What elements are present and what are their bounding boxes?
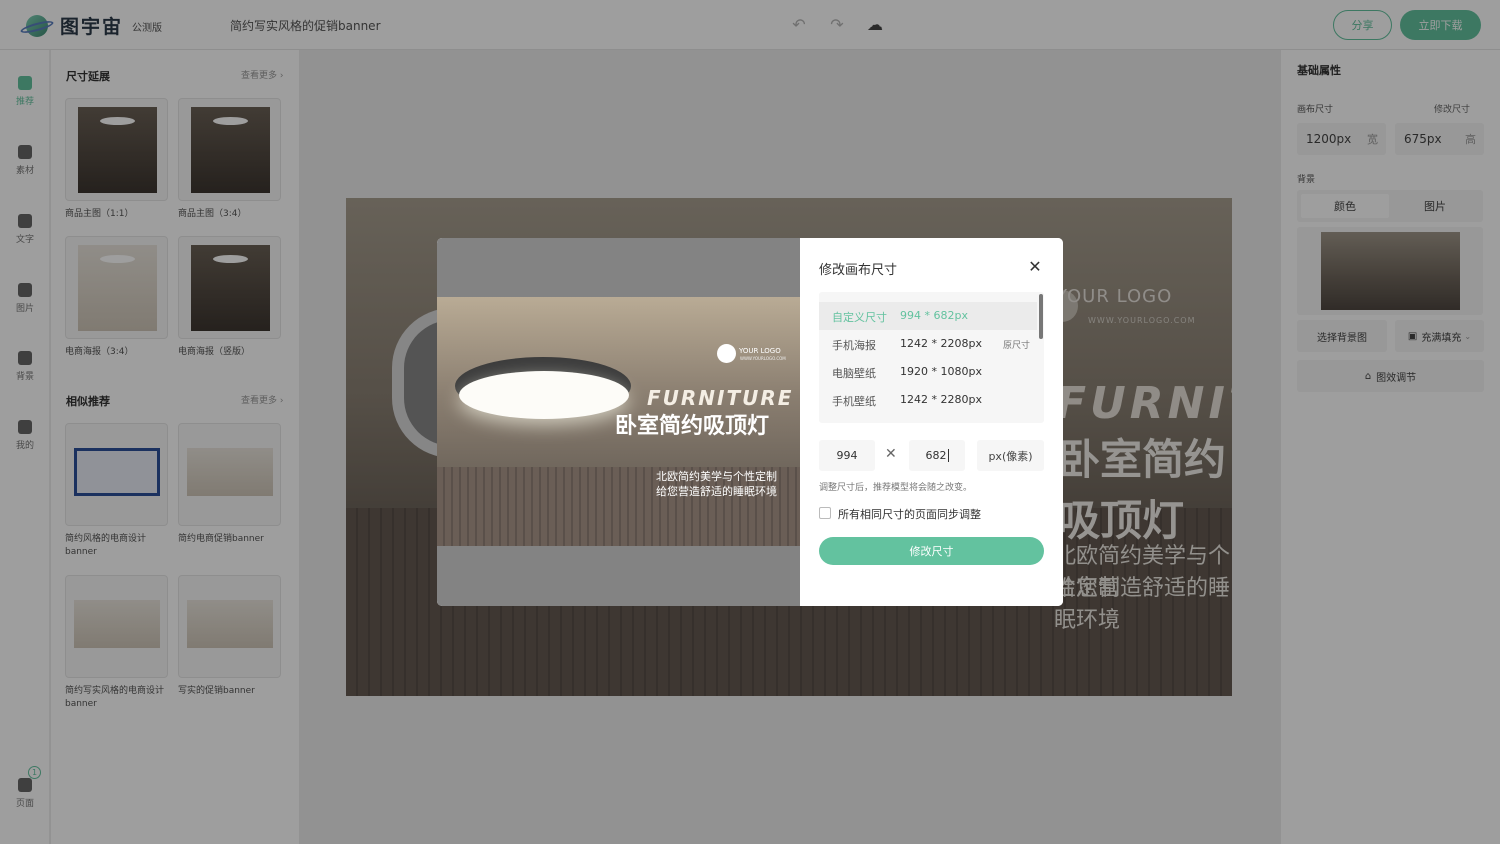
dialog-title: 修改画布尺寸 — [819, 263, 898, 278]
preset-value: 994 * 682px — [900, 309, 968, 322]
resize-canvas-dialog: YOUR LOGO WWW.YOURLOGO.COM FURNITURE 卧室简… — [437, 238, 1063, 606]
height-input[interactable]: 682 — [909, 440, 965, 471]
preset-name: 自定义尺寸 — [832, 311, 887, 324]
preset-value: 1242 * 2280px — [900, 393, 982, 406]
preview-logo-mark — [717, 344, 736, 363]
preset-name: 手机海报 — [832, 339, 876, 352]
resize-hint: 调整尺寸后，推荐模型将会随之改变。 — [819, 483, 973, 493]
dialog-preview: YOUR LOGO WWW.YOURLOGO.COM FURNITURE 卧室简… — [437, 238, 800, 606]
preview-headline: 卧室简约吸顶灯 — [615, 414, 770, 439]
times-icon: ✕ — [885, 446, 897, 462]
size-preset-custom[interactable]: 自定义尺寸 994 * 682px — [819, 302, 1037, 330]
close-icon[interactable]: ✕ — [1026, 257, 1044, 276]
original-size-tag: 原尺寸 — [1003, 341, 1031, 351]
preview-furniture-title: FURNITURE — [647, 386, 794, 410]
size-list-scrollbar[interactable] — [1039, 294, 1043, 339]
size-preset-desktop-wallpaper[interactable]: 电脑壁纸 1920 * 1080px — [819, 358, 1037, 386]
width-input-value: 994 — [836, 449, 858, 462]
sync-pages-checkbox[interactable] — [819, 507, 831, 519]
dialog-body: 修改画布尺寸 ✕ 自定义尺寸 994 * 682px 手机海报 1242 * 2… — [800, 238, 1063, 606]
size-preset-phone-poster[interactable]: 手机海报 1242 * 2208px 原尺寸 — [819, 330, 1037, 358]
height-input-value: 682 — [925, 449, 947, 462]
preview-logo-url: WWW.YOURLOGO.COM — [740, 356, 786, 361]
size-preset-list[interactable]: 自定义尺寸 994 * 682px 手机海报 1242 * 2208px 原尺寸… — [819, 292, 1044, 423]
preset-value: 1242 * 2208px — [900, 337, 982, 350]
unit-select[interactable]: px(像素) — [977, 440, 1044, 471]
preview-banner: YOUR LOGO WWW.YOURLOGO.COM FURNITURE 卧室简… — [437, 297, 800, 546]
width-input[interactable]: 994 — [819, 440, 875, 471]
text-caret — [947, 449, 949, 462]
apply-resize-button[interactable]: 修改尺寸 — [819, 537, 1044, 565]
size-preset-phone-wallpaper[interactable]: 手机壁纸 1242 * 2280px — [819, 386, 1037, 414]
preset-name: 电脑壁纸 — [832, 367, 876, 380]
preview-logo-text: YOUR LOGO — [739, 347, 781, 355]
preview-subline-2: 给您营造舒适的睡眠环境 — [656, 485, 777, 498]
preset-value: 1920 * 1080px — [900, 365, 982, 378]
preset-name: 手机壁纸 — [832, 395, 876, 408]
sync-pages-label[interactable]: 所有相同尺寸的页面同步调整 — [838, 506, 981, 522]
preview-subline-1: 北欧简约美学与个性定制 — [656, 470, 777, 483]
